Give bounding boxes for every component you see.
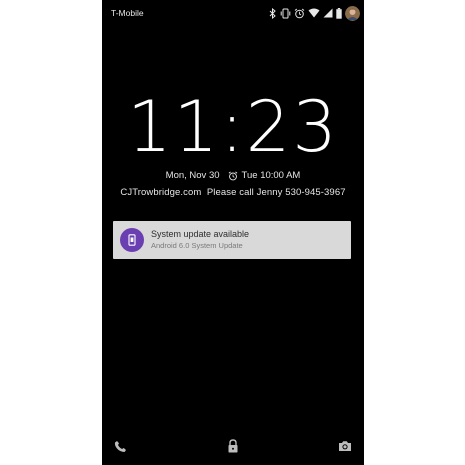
battery-icon — [336, 7, 342, 19]
notification-text: Android 6.0 System Update — [151, 241, 243, 250]
vibrate-icon — [280, 8, 291, 19]
phone-icon[interactable] — [111, 437, 129, 455]
date-alarm-row: Mon, Nov 30 Tue 10:00 AM — [102, 170, 364, 181]
notification-title: System update available — [151, 229, 250, 239]
lock-icon[interactable] — [224, 437, 242, 455]
wifi-icon — [308, 8, 320, 18]
alarm-icon — [294, 8, 305, 19]
status-bar: T-Mobile — [102, 0, 364, 26]
lock-screen: T-Mobile 11:23 Mon, Nov 30 Tue 10:00 AM … — [102, 0, 364, 465]
next-alarm-text: Tue 10:00 AM — [241, 170, 301, 181]
alarm-icon — [228, 171, 238, 181]
signal-icon — [323, 8, 333, 18]
lock-screen-clock: 11:23 — [127, 86, 339, 168]
owner-info: CJTrowbridge.com Please call Jenny 530-9… — [120, 187, 346, 198]
notification-card[interactable]: System update available Android 6.0 Syst… — [113, 221, 351, 259]
camera-icon[interactable] — [336, 437, 354, 455]
phone-update-icon — [120, 228, 144, 252]
date-text: Mon, Nov 30 — [165, 170, 220, 181]
status-icons — [269, 4, 360, 22]
carrier-name: T-Mobile — [111, 8, 144, 18]
bluetooth-icon — [269, 7, 277, 19]
avatar[interactable] — [345, 5, 360, 21]
